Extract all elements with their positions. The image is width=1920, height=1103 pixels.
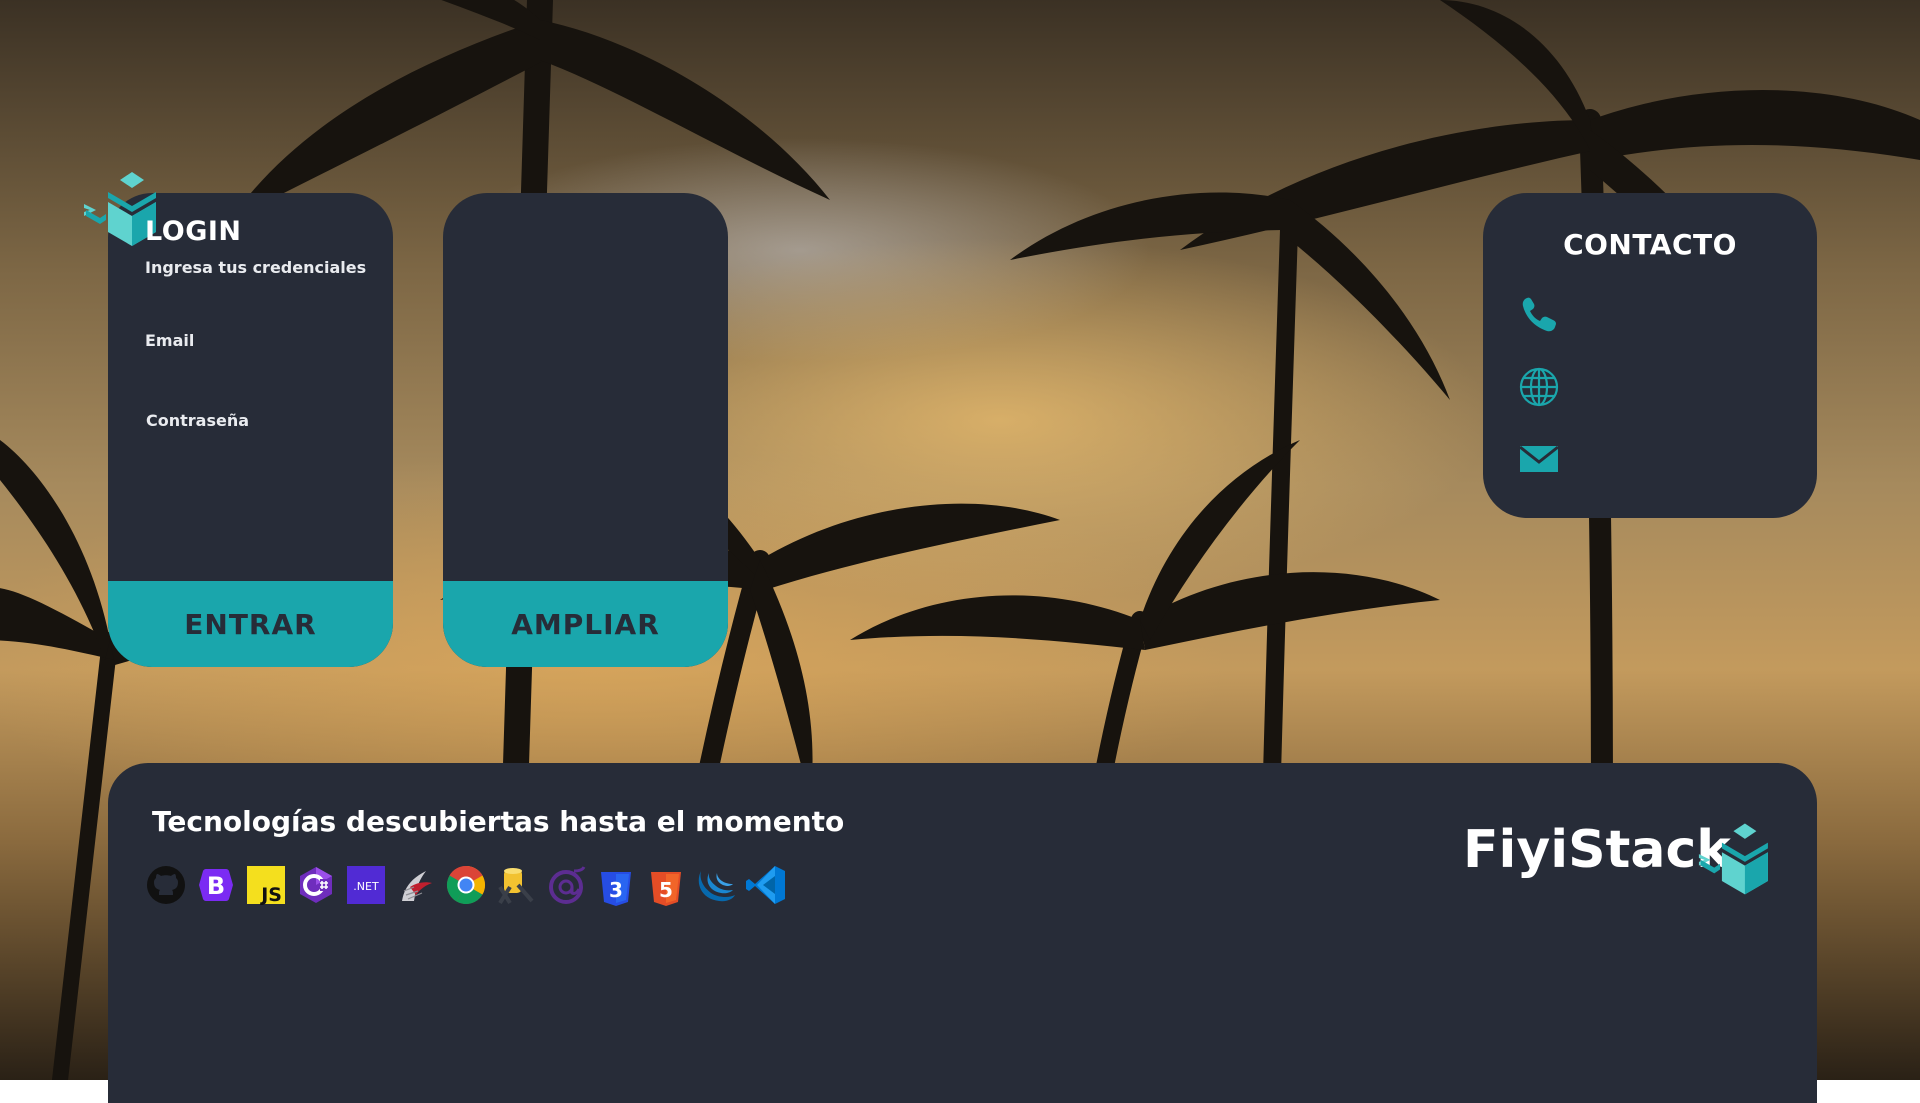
ampliar-button[interactable]: AMPLIAR [443,581,728,667]
brand-name: FiyiStack [1463,820,1731,880]
technologies-title: Tecnologías descubiertas hasta el moment… [152,805,845,838]
svg-text:3: 3 [609,878,623,902]
database-tool-icon [495,864,537,906]
jquery-icon [695,864,737,906]
vscode-icon [745,864,787,906]
csharp-icon [295,864,337,906]
password-label: Contraseña [146,411,250,430]
fiyistack-brand-logo-icon [1698,823,1768,895]
javascript-icon: JS [245,864,287,906]
email-label: Email [145,331,195,350]
svg-text:JS: JS [259,884,282,905]
bootstrap-icon: B [195,864,237,906]
login-subtitle: Ingresa tus credenciales [145,258,367,277]
svg-text:B: B [207,872,225,900]
contact-title: CONTACTO [1563,228,1737,261]
chrome-icon [445,864,487,906]
password-field[interactable] [146,434,380,464]
phone-icon[interactable] [1518,294,1560,336]
html5-icon: 5 [645,864,687,906]
technologies-icon-row: B JS .NET 3 5 [145,863,795,907]
dotnet-icon: .NET [345,864,387,906]
sql-server-icon [395,864,437,906]
svg-text:.NET: .NET [353,880,379,893]
globe-icon[interactable] [1518,366,1560,408]
mail-icon[interactable] [1518,438,1560,480]
blazor-icon [545,864,587,906]
email-field[interactable] [145,354,379,384]
github-icon [145,864,187,906]
css3-icon: 3 [595,864,637,906]
ampliar-card: AMPLIAR [443,193,728,667]
login-title: LOGIN [145,216,242,247]
enter-button[interactable]: ENTRAR [108,581,393,667]
svg-text:5: 5 [659,878,673,902]
